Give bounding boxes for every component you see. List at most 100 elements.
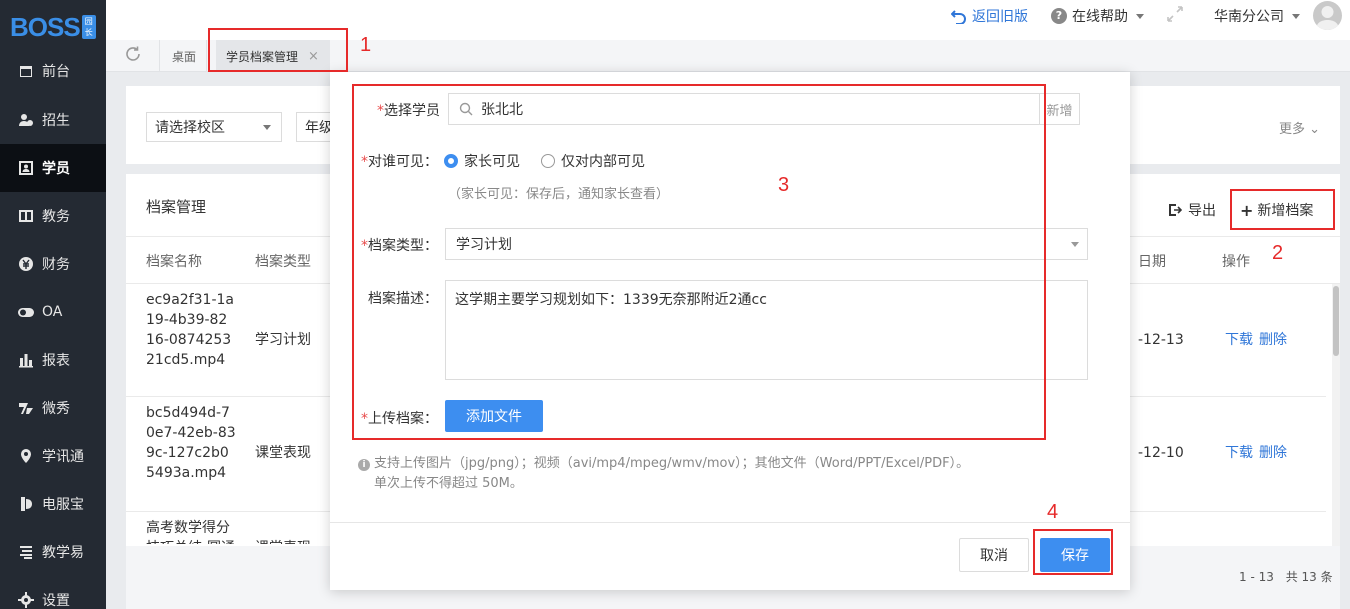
annotation-box-2 (1230, 189, 1335, 230)
export-button[interactable]: 导出 (1168, 200, 1216, 220)
archive-date: -12-13 (1138, 332, 1184, 348)
sidebar-item-academic[interactable]: 教务 (0, 192, 106, 240)
upload-tip: i 支持上传图片（jpg/png）；视频（avi/mp4/mpeg/wmv/mov… (358, 454, 969, 494)
chevron-down-icon (263, 125, 271, 130)
delete-link[interactable]: 删除 (1259, 445, 1287, 461)
export-label: 导出 (1188, 203, 1216, 219)
annotation-box-1 (208, 28, 348, 72)
tab-label: 桌面 (172, 49, 197, 64)
column-header-actions: 操作 (1222, 254, 1250, 270)
annotation-number-4: 4 (1047, 501, 1059, 523)
branch-selector[interactable]: 华南分公司 (1214, 0, 1300, 32)
sidebar-item-label: 教务 (42, 209, 70, 225)
yen-icon (18, 256, 34, 272)
refresh-button[interactable] (106, 40, 160, 72)
help-label: 在线帮助 (1072, 9, 1128, 25)
sidebar-item-enroll[interactable]: 招生 (0, 96, 106, 144)
sidebar-item-microshow[interactable]: 微秀 (0, 384, 106, 432)
annotation-number-3: 3 (778, 174, 790, 196)
book-icon (18, 208, 34, 224)
delete-link[interactable]: 删除 (1259, 332, 1287, 348)
annotation-number-1: 1 (360, 34, 372, 56)
location-icon (18, 448, 34, 464)
pager-range: 1 - 13 (1239, 570, 1274, 584)
archive-name: 高考数学得分技巧总结-圆通 (146, 520, 235, 544)
annotation-box-3 (352, 84, 1046, 440)
sidebar-item-label: 学讯通 (42, 449, 84, 465)
pager-total: 共 13 条 (1285, 570, 1333, 584)
calendar-icon (18, 63, 34, 79)
teach-icon (18, 544, 34, 560)
sidebar-item-oa[interactable]: OA (0, 288, 106, 336)
download-link[interactable]: 下载 (1225, 445, 1253, 461)
sidebar-item-settings[interactable]: 设置 (0, 576, 106, 609)
sidebar-item-finance[interactable]: 财务 (0, 240, 106, 288)
pagination-summary: 1 - 13 共 13 条 (1239, 568, 1333, 585)
export-icon (1168, 203, 1182, 217)
sidebar-item-reports[interactable]: 报表 (0, 336, 106, 384)
sidebar-item-label: 教学易 (42, 545, 84, 561)
sidebar-item-label: OA (42, 304, 63, 320)
sidebar-item-label: 微秀 (42, 401, 70, 417)
list-title: 档案管理 (146, 198, 207, 216)
sidebar-nav: 前台 招生 学员 教务 财务 OA 报表 微秀 学讯通 电服宝 教学易 设置 (0, 46, 106, 609)
tab-desk[interactable]: 桌面 (162, 40, 208, 72)
column-header-name: 档案名称 (146, 254, 202, 270)
sidebar-item-label: 设置 (42, 593, 70, 609)
column-header-date: 日期 (1138, 254, 1166, 270)
sidebar-item-label: 报表 (42, 353, 70, 369)
undo-arrow-icon (951, 8, 967, 24)
more-filters-button[interactable]: 更多 ⌄ (1279, 118, 1320, 137)
logo[interactable]: BOSS 园长 (10, 10, 96, 44)
refresh-icon (124, 45, 142, 67)
sidebar-item-xuexuntong[interactable]: 学讯通 (0, 432, 106, 480)
sidebar-item-jiaoxueyi[interactable]: 教学易 (0, 528, 106, 576)
annotation-box-4 (1033, 529, 1113, 575)
download-link[interactable]: 下载 (1225, 332, 1253, 348)
more-label: 更多 (1278, 122, 1305, 137)
micro-show-icon (18, 400, 34, 416)
sidebar-item-label: 电服宝 (42, 497, 84, 513)
chevron-down-icon (1136, 13, 1144, 19)
online-help-menu[interactable]: ? 在线帮助 (1051, 0, 1144, 32)
upload-tip-line2: 单次上传不得超过 50M。 (374, 476, 523, 491)
archive-name: bc5d494d-70e7-42eb-839c-127c2b05493a.mp4 (146, 405, 236, 481)
sidebar-item-frontdesk[interactable]: 前台 (0, 46, 106, 96)
grade-select-label: 年级 (305, 120, 333, 136)
scrollbar-thumb[interactable] (1333, 286, 1339, 356)
info-icon: i (358, 459, 370, 471)
column-header-type: 档案类型 (255, 254, 311, 270)
gear-icon (18, 592, 34, 608)
sidebar-item-students[interactable]: 学员 (0, 144, 106, 192)
row-actions: 下载 删除 (1225, 443, 1293, 463)
id-card-icon (18, 160, 34, 176)
cancel-button[interactable]: 取消 (959, 538, 1029, 572)
branch-label: 华南分公司 (1214, 9, 1284, 25)
archive-type: 课堂表现 (255, 445, 311, 461)
fullscreen-button[interactable] (1166, 0, 1184, 32)
sidebar-item-label: 学员 (42, 161, 70, 177)
chevron-down-icon (1071, 242, 1079, 247)
sidebar-item-label: 前台 (42, 64, 70, 80)
sidebar: BOSS 园长 前台 招生 学员 教务 财务 OA 报表 微秀 学讯通 电服宝 … (0, 0, 106, 609)
question-icon: ? (1051, 8, 1067, 24)
avatar[interactable] (1313, 1, 1342, 30)
row-actions: 下载 删除 (1225, 330, 1293, 350)
sidebar-item-label: 招生 (42, 113, 70, 129)
toggle-icon (18, 304, 34, 320)
user-add-icon (18, 112, 34, 128)
upload-tip-line1: 支持上传图片（jpg/png）；视频（avi/mp4/mpeg/wmv/mov）… (374, 456, 970, 471)
archive-date: -12-10 (1138, 445, 1184, 461)
archive-type: 学习计划 (255, 332, 311, 348)
archive-name: ec9a2f31-1a19-4b39-8216-087425321cd5.mp4 (146, 292, 234, 368)
archive-type: 课堂表现 (255, 538, 311, 544)
new-student-button[interactable]: 新增 (1040, 93, 1080, 125)
campus-select[interactable]: 请选择校区 (146, 112, 282, 142)
expand-icon (1166, 5, 1184, 27)
sidebar-item-label: 财务 (42, 257, 70, 273)
bar-chart-icon (18, 352, 34, 368)
campus-select-label: 请选择校区 (155, 120, 225, 136)
sidebar-item-dianfubao[interactable]: 电服宝 (0, 480, 106, 528)
back-to-old-version-link[interactable]: 返回旧版 (951, 0, 1028, 32)
annotation-number-2: 2 (1272, 242, 1284, 264)
